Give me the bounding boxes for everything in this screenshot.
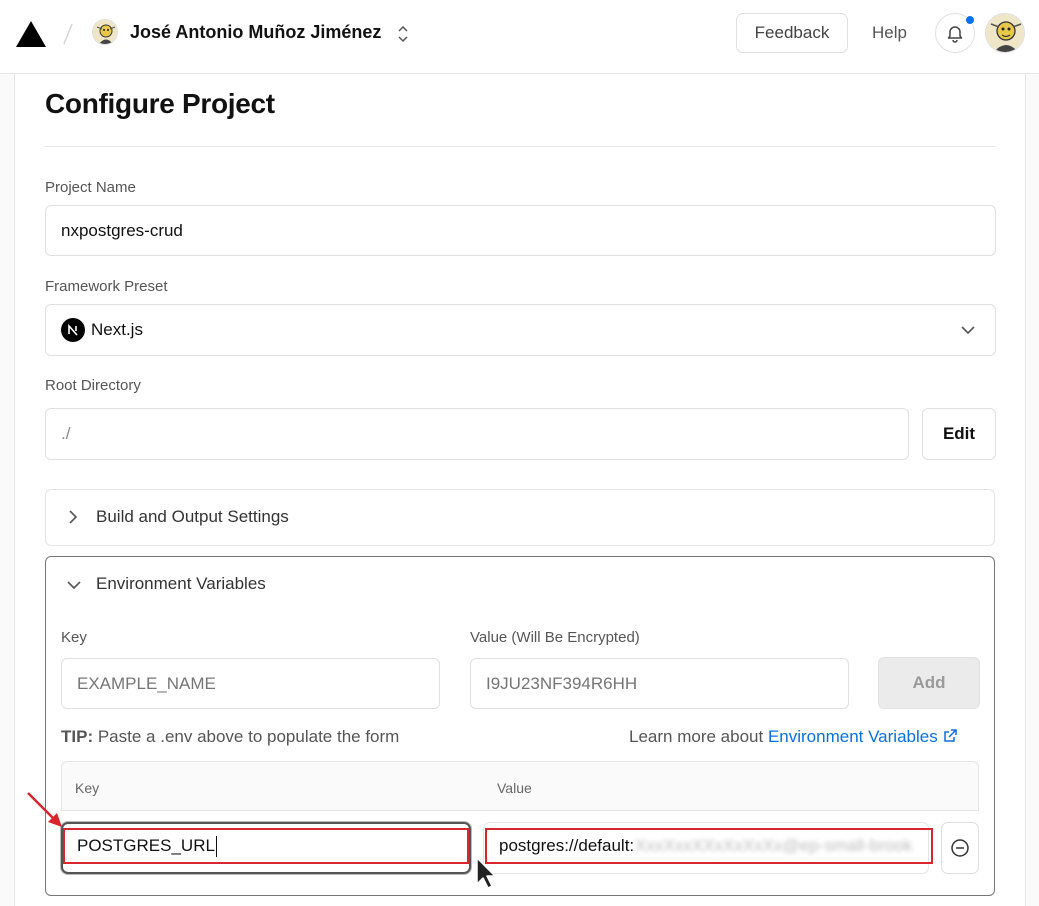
build-output-settings-title[interactable]: Build and Output Settings bbox=[96, 507, 289, 527]
environment-variables-link[interactable]: Environment Variables bbox=[768, 727, 959, 746]
env-row-key-value: POSTGRES_URL bbox=[77, 836, 215, 855]
divider bbox=[45, 146, 995, 147]
env-row-value-highlight[interactable]: postgres://default: XxxXxxXXxXxXxXx@ep-sm… bbox=[485, 828, 933, 864]
env-key-input[interactable] bbox=[61, 658, 440, 709]
text-caret bbox=[215, 835, 217, 857]
team-name[interactable]: José Antonio Muñoz Jiménez bbox=[130, 22, 381, 43]
env-table-header: Key Value bbox=[61, 761, 979, 811]
feedback-button[interactable]: Feedback bbox=[736, 13, 848, 53]
notification-dot bbox=[965, 15, 975, 25]
minus-circle-icon bbox=[951, 839, 969, 857]
tip-message: Paste a .env above to populate the form bbox=[97, 727, 400, 746]
table-value-header: Value bbox=[497, 780, 532, 796]
page-title: Configure Project bbox=[45, 88, 275, 119]
tip-label: TIP: bbox=[61, 727, 94, 746]
tip-text: TIP: Paste a .env above to populate the … bbox=[61, 727, 399, 747]
chevron-down-icon[interactable] bbox=[66, 577, 82, 593]
framework-preset-value: Next.js bbox=[91, 320, 143, 339]
bell-icon bbox=[947, 26, 963, 43]
project-name-label: Project Name bbox=[45, 179, 136, 196]
learn-more-prefix: Learn more about bbox=[629, 727, 764, 746]
environment-variables-link-text[interactable]: Environment Variables bbox=[768, 727, 938, 746]
external-link-icon[interactable] bbox=[942, 728, 958, 744]
mouse-cursor-icon bbox=[476, 857, 496, 889]
env-value-input[interactable] bbox=[470, 658, 849, 709]
env-row-value-visible: postgres://default: bbox=[499, 836, 635, 855]
project-name-value: nxpostgres-crud bbox=[61, 220, 183, 240]
env-key-label: Key bbox=[61, 629, 87, 646]
team-avatar[interactable] bbox=[92, 19, 118, 45]
env-value-label: Value (Will Be Encrypted) bbox=[470, 629, 640, 646]
framework-preset-label: Framework Preset bbox=[45, 278, 168, 295]
environment-variables-title[interactable]: Environment Variables bbox=[96, 574, 266, 594]
framework-preset-select[interactable]: Next.js bbox=[45, 304, 996, 356]
env-row-value-blurred: XxxXxxXXxXxXxXx@ep-small-brook bbox=[635, 836, 913, 855]
chevron-right-icon[interactable] bbox=[66, 508, 80, 526]
remove-env-row-button[interactable] bbox=[941, 822, 979, 874]
learn-more: Learn more about Environment Variables bbox=[629, 727, 958, 747]
user-avatar[interactable] bbox=[985, 13, 1025, 53]
project-name-input[interactable]: nxpostgres-crud bbox=[45, 205, 996, 256]
red-arrow-annotation-icon bbox=[27, 792, 62, 827]
top-navigation-bar: José Antonio Muñoz Jiménez Feedback Help bbox=[0, 0, 1039, 74]
root-directory-label: Root Directory bbox=[45, 377, 141, 394]
nextjs-icon bbox=[61, 318, 85, 342]
slash-separator-icon bbox=[63, 23, 73, 45]
chevron-up-down-icon[interactable] bbox=[395, 23, 411, 45]
table-key-header: Key bbox=[75, 780, 100, 796]
add-env-button[interactable]: Add bbox=[878, 657, 980, 709]
root-directory-input: ./ bbox=[45, 408, 909, 460]
edit-root-directory-button[interactable]: Edit bbox=[922, 408, 996, 460]
env-row-key-highlight[interactable]: POSTGRES_URL bbox=[63, 828, 469, 864]
help-link[interactable]: Help bbox=[872, 23, 907, 43]
chevron-down-icon bbox=[961, 326, 975, 335]
logo-triangle-icon[interactable] bbox=[15, 20, 47, 48]
root-directory-value: ./ bbox=[61, 424, 71, 443]
